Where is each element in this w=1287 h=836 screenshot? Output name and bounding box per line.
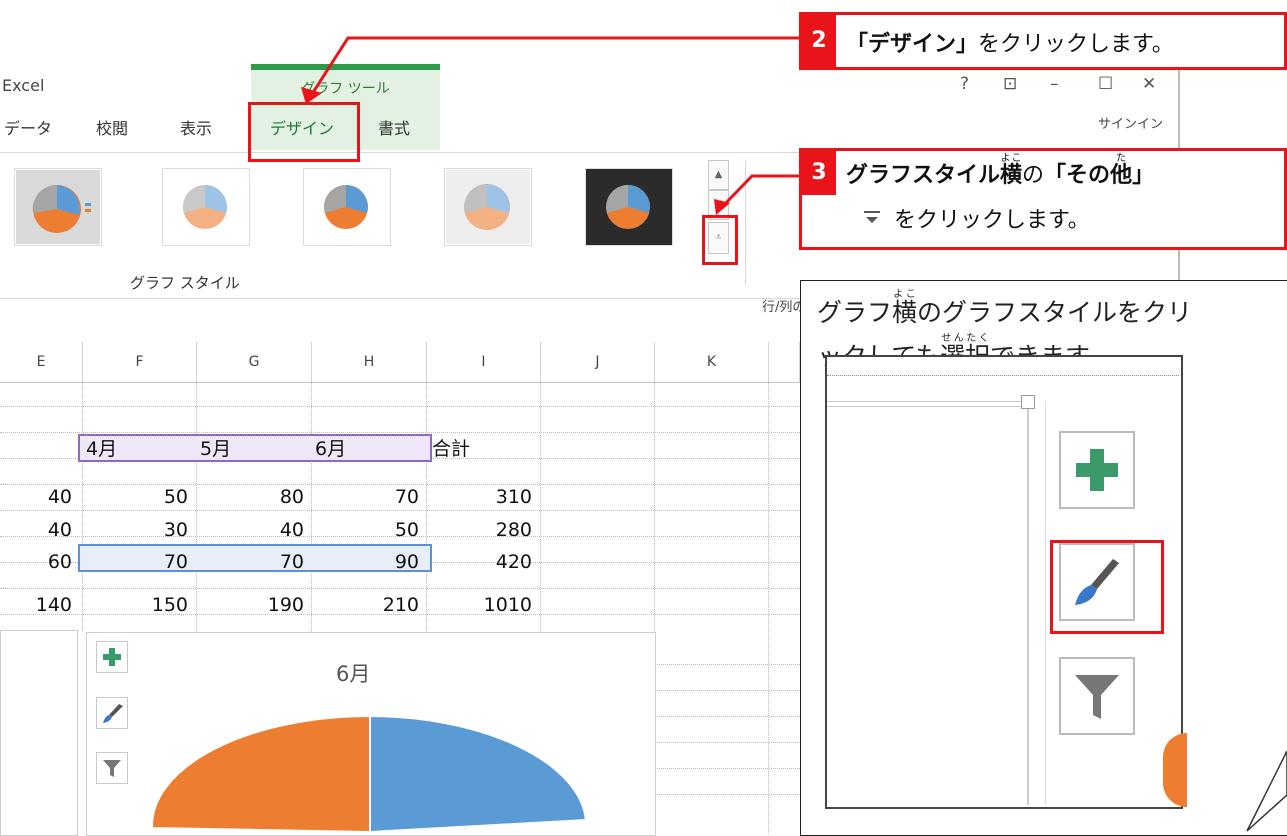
plus-icon xyxy=(1076,449,1118,491)
pie-edge xyxy=(1163,733,1187,807)
step2-text: 「デザイン」をクリックします。 xyxy=(846,26,1174,58)
sentaku-ruby: せんたく xyxy=(940,333,991,344)
page-curl-icon xyxy=(1246,751,1287,832)
step3-number-badge: 3 xyxy=(802,151,836,195)
yoko-ruby: よこ xyxy=(892,289,918,300)
step3-bold-c: 」 xyxy=(1132,163,1155,188)
arrow-head-icon xyxy=(301,87,322,104)
tip-line1: グラフ横よこのグラフスタイルをクリ xyxy=(817,289,1192,332)
tip-text: のグラフスタイルをクリ xyxy=(917,298,1193,327)
more-icon xyxy=(862,207,882,231)
filter-icon xyxy=(1075,675,1119,719)
yoko-kanji: 横 xyxy=(1000,163,1023,188)
grid-line xyxy=(827,375,1179,376)
resize-handle[interactable] xyxy=(1021,395,1035,409)
step3-arrow xyxy=(720,174,800,209)
step3-line1: グラフスタイル横よこの「その他た」 xyxy=(846,153,1154,196)
chart-styles-button-highlight xyxy=(1050,540,1164,634)
step2-arrow xyxy=(310,36,800,95)
chart-edge xyxy=(1045,401,1046,805)
step2-rest-text: をクリックします。 xyxy=(978,32,1174,57)
step3-yoko: 横よこ xyxy=(1000,153,1023,188)
step3-bold-a: グラフスタイル xyxy=(846,163,1001,188)
yoko-kanji: 横 xyxy=(892,298,918,327)
step3-callout: 3 グラフスタイル横よこの「その他た」 をクリックします。 xyxy=(799,148,1287,250)
step3-line2: をクリックします。 xyxy=(894,208,1090,233)
tip-yoko: 横よこ xyxy=(892,289,918,327)
step2-number-badge: 2 xyxy=(802,15,836,67)
yoko-ruby: よこ xyxy=(1000,153,1023,164)
step3-mid: の xyxy=(1022,163,1045,188)
chart-edge xyxy=(827,401,1027,407)
ta-ruby: た xyxy=(1110,153,1133,164)
step2-bold-text: 「デザイン」 xyxy=(846,32,979,57)
step2-callout: 2 「デザイン」をクリックします。 xyxy=(799,12,1287,70)
ta-kanji: 他 xyxy=(1110,163,1133,188)
tip-text: グラフ xyxy=(817,298,893,327)
step3-bold-b: 「その xyxy=(1044,163,1111,188)
tip-note: グラフ横よこのグラフスタイルをクリ ックしても選択せんたくできます。 xyxy=(800,280,1287,836)
zoomed-chart-filters-button[interactable] xyxy=(1059,657,1135,735)
chart-edge xyxy=(1027,401,1029,805)
step3-ta: 他た xyxy=(1110,153,1133,188)
zoomed-chart-elements-button[interactable] xyxy=(1059,431,1135,509)
